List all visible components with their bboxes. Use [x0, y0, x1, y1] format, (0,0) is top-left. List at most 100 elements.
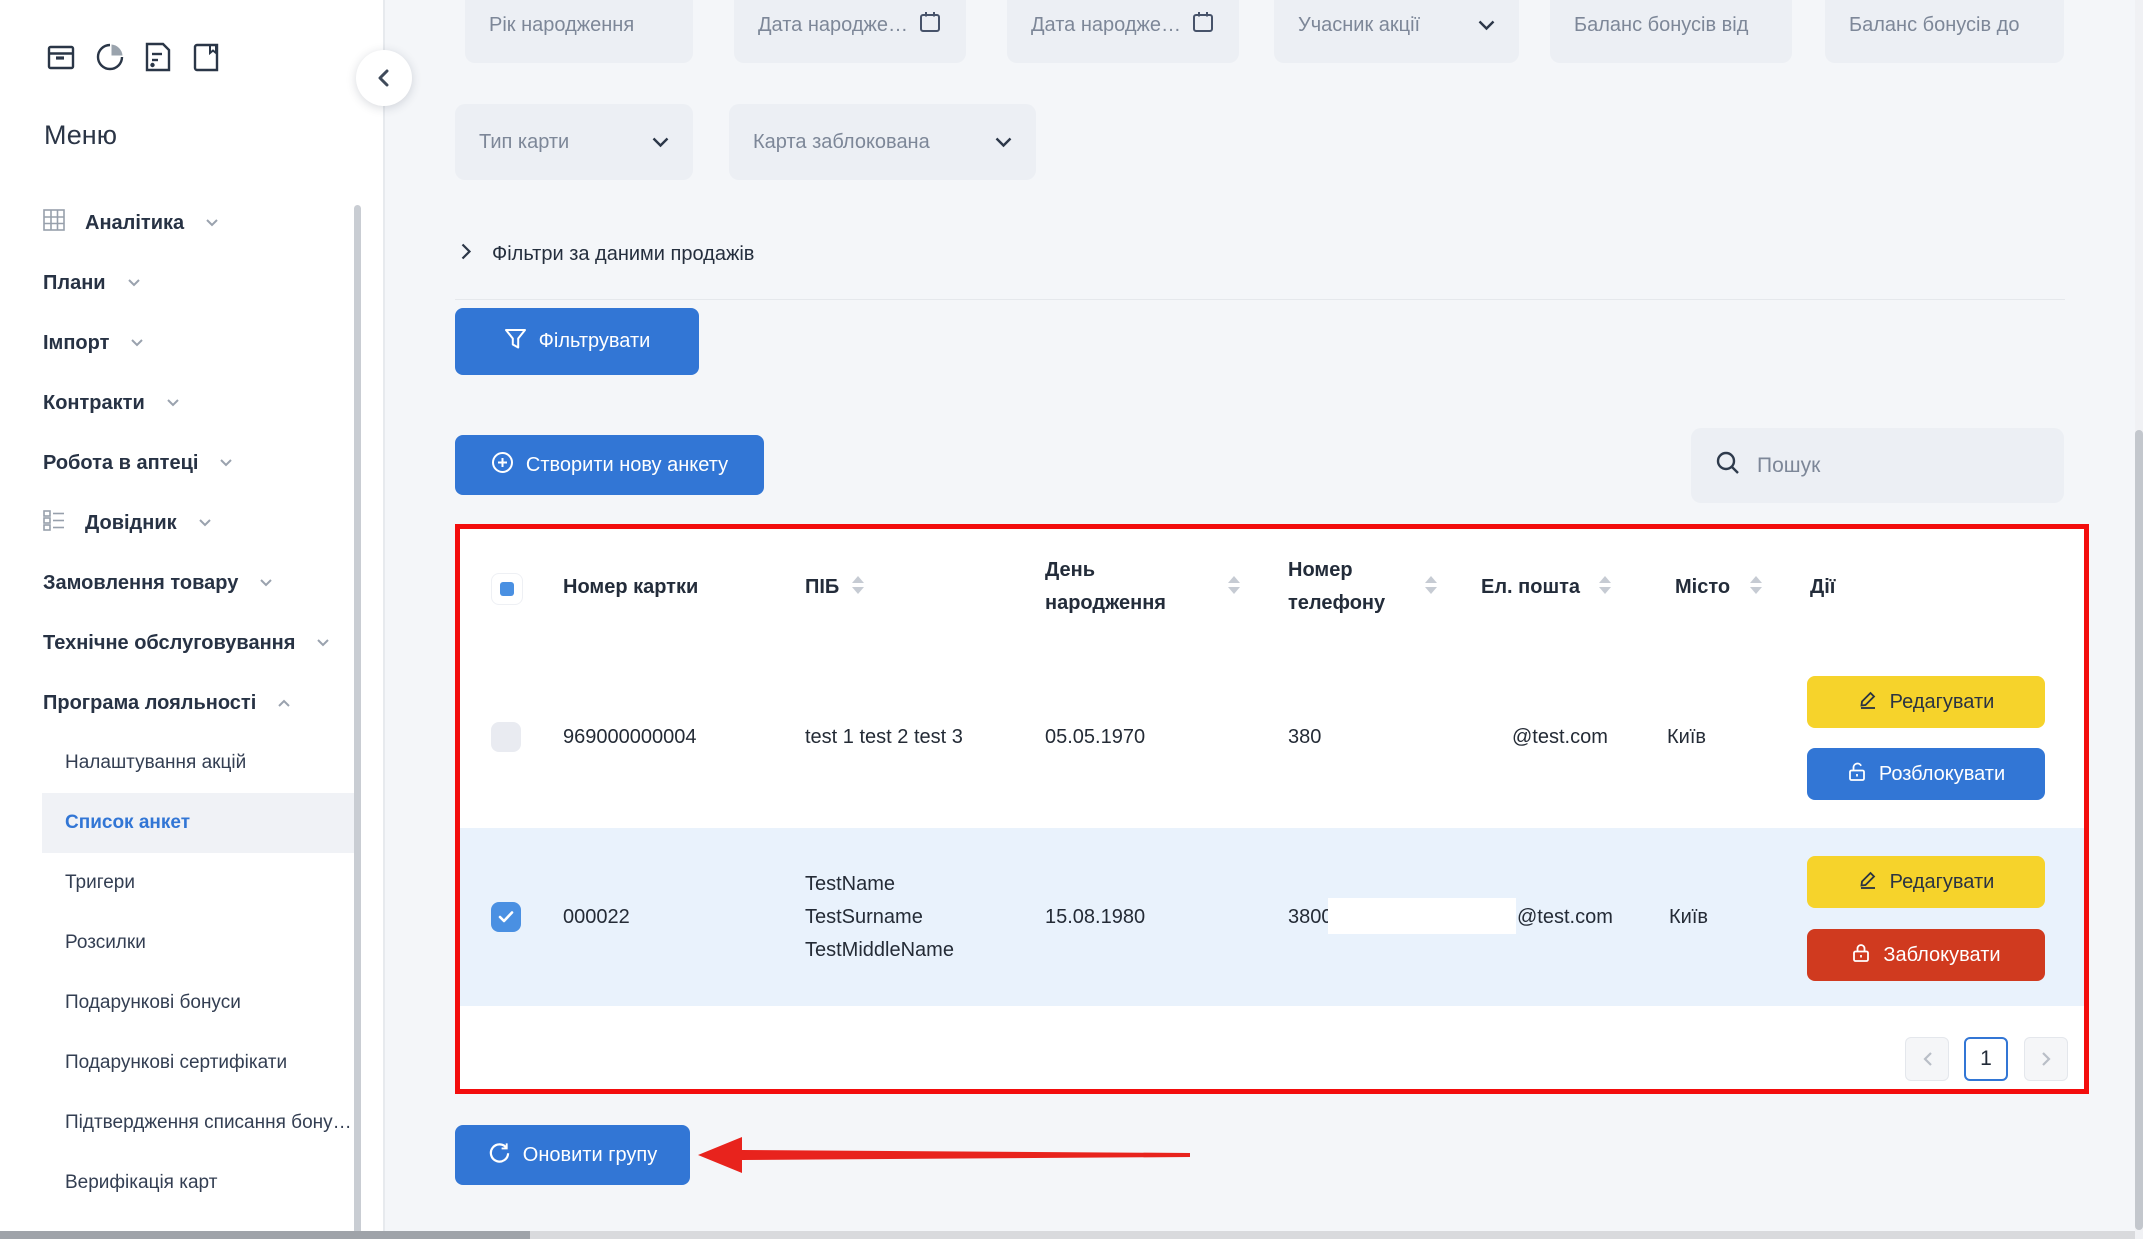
sidebar-item-directory[interactable]: Довідник: [43, 493, 211, 553]
table-header-row: Номер картки ПІБ День народження Номер т…: [460, 529, 2084, 646]
card-number-cell: 000022: [563, 828, 630, 1006]
select-all-checkbox[interactable]: [491, 573, 523, 605]
grid-icon: [43, 209, 65, 237]
card-blocked-select[interactable]: Карта заблокована: [729, 104, 1036, 180]
book-icon[interactable]: [190, 41, 222, 73]
sidebar-title: Меню: [44, 120, 117, 151]
chevron-down-icon: [995, 131, 1012, 154]
sidebar-scrollbar[interactable]: [354, 205, 361, 1239]
sort-icon[interactable]: [1228, 576, 1240, 594]
search-input[interactable]: [1755, 453, 2040, 479]
birthday-cell: 15.08.1980: [1045, 828, 1145, 1006]
pencil-icon: [1858, 689, 1878, 715]
pagination-page-1[interactable]: 1: [1964, 1037, 2008, 1081]
chevron-down-icon: [220, 459, 232, 467]
column-header-birthday[interactable]: День народження: [1045, 554, 1175, 620]
chevron-down-icon: [128, 279, 140, 287]
sidebar-subitem-card-verification[interactable]: Верифікація карт: [65, 1153, 217, 1213]
update-group-button[interactable]: Оновити групу: [455, 1125, 690, 1185]
card-number-cell: 969000000004: [563, 646, 696, 828]
chevron-down-icon: [199, 519, 211, 527]
sidebar-subitem-triggers[interactable]: Тригери: [65, 853, 135, 913]
sidebar-subitem-gift-bonuses[interactable]: Подарункові бонуси: [65, 973, 241, 1033]
chevron-down-icon: [652, 131, 669, 154]
sidebar-collapse-button[interactable]: [356, 50, 412, 106]
filter-button[interactable]: Фільтрувати: [455, 308, 699, 375]
loyalty-program-page: Меню Аналітика Плани Імпорт Контракти Ро…: [0, 0, 2143, 1239]
sort-icon[interactable]: [1599, 576, 1611, 594]
pie-chart-icon[interactable]: [94, 41, 126, 73]
column-header-actions[interactable]: Дії: [1810, 529, 1835, 646]
pagination-prev-button[interactable]: [1905, 1037, 1949, 1081]
sidebar-item-goods-order[interactable]: Замовлення товару: [43, 553, 272, 613]
redaction-overlay: [1328, 898, 1516, 934]
edit-button[interactable]: Редагувати: [1807, 676, 2045, 728]
pagination-next-button[interactable]: [2024, 1037, 2068, 1081]
vertical-scrollbar-thumb[interactable]: [2135, 430, 2143, 1230]
column-header-phone[interactable]: Номер телефону: [1288, 554, 1403, 620]
sidebar: Меню Аналітика Плани Імпорт Контракти Ро…: [0, 0, 385, 1239]
questionnaire-table: Номер картки ПІБ День народження Номер т…: [455, 524, 2089, 1094]
unblock-button[interactable]: Розблокувати: [1807, 748, 2045, 800]
refresh-icon: [488, 1141, 511, 1170]
lock-icon: [1851, 942, 1871, 969]
sidebar-subitem-promo-settings[interactable]: Налаштування акцій: [65, 733, 246, 793]
archive-icon[interactable]: [45, 41, 77, 73]
create-questionnaire-button[interactable]: Створити нову анкету: [455, 435, 764, 495]
sidebar-subitem-gift-certificates[interactable]: Подарункові сертифікати: [65, 1033, 287, 1093]
chevron-down-icon: [260, 579, 272, 587]
sidebar-subitem-questionnaire-list[interactable]: Список анкет: [65, 793, 190, 853]
chevron-right-icon: [461, 243, 472, 266]
sort-icon[interactable]: [1425, 576, 1437, 594]
sidebar-item-loyalty-program[interactable]: Програма лояльності: [43, 673, 290, 733]
column-header-card-number[interactable]: Номер картки: [563, 529, 698, 646]
annotation-arrow: [690, 1128, 1200, 1187]
funnel-icon: [504, 328, 527, 356]
birth-date-to-input[interactable]: Дата народже…: [1007, 0, 1239, 63]
name-cell: TestName TestSurname TestMiddleName: [805, 828, 954, 1006]
city-cell: Київ: [1669, 828, 1708, 1006]
horizontal-scrollbar[interactable]: [0, 1231, 2143, 1239]
bonus-balance-from-input[interactable]: Баланс бонусів від: [1550, 0, 1792, 63]
vertical-scrollbar[interactable]: [2135, 0, 2143, 1239]
block-button[interactable]: Заблокувати: [1807, 929, 2045, 981]
sort-icon[interactable]: [1750, 576, 1762, 594]
birth-date-from-input[interactable]: Дата народже…: [734, 0, 966, 63]
year-of-birth-input[interactable]: Рік народження: [465, 0, 693, 63]
sidebar-item-plans[interactable]: Плани: [43, 253, 140, 313]
sidebar-item-import[interactable]: Імпорт: [43, 313, 143, 373]
column-header-email[interactable]: Ел. пошта: [1481, 529, 1580, 646]
row-checkbox[interactable]: [491, 902, 521, 932]
sales-filters-toggle[interactable]: Фільтри за даними продажів: [461, 243, 754, 266]
sidebar-subitem-mailings[interactable]: Розсилки: [65, 913, 146, 973]
document-icon[interactable]: [143, 41, 173, 73]
email-cell: @test.com: [1517, 828, 1613, 1006]
email-cell: @test.com: [1512, 646, 1608, 828]
chevron-down-icon: [131, 339, 143, 347]
row-checkbox[interactable]: [491, 722, 521, 752]
bonus-balance-to-input[interactable]: Баланс бонусів до: [1825, 0, 2064, 63]
plus-circle-icon: [491, 451, 514, 480]
column-header-name[interactable]: ПІБ: [805, 529, 839, 646]
card-type-select[interactable]: Тип карти: [455, 104, 693, 180]
sort-icon[interactable]: [852, 576, 864, 594]
horizontal-scrollbar-thumb[interactable]: [0, 1231, 530, 1239]
sidebar-item-contracts[interactable]: Контракти: [43, 373, 179, 433]
promo-participant-select[interactable]: Учасник акції: [1274, 0, 1519, 63]
chevron-down-icon: [317, 639, 329, 647]
unlock-icon: [1847, 761, 1867, 788]
edit-button[interactable]: Редагувати: [1807, 856, 2045, 908]
search-box: [1691, 428, 2064, 503]
chevron-up-icon: [278, 699, 290, 707]
sidebar-subitem-bonus-writeoff-confirm[interactable]: Підтвердження списання бону…: [65, 1093, 352, 1153]
sidebar-item-pharmacy-work[interactable]: Робота в аптеці: [43, 433, 232, 493]
filters-divider: [455, 299, 2065, 300]
sidebar-item-maintenance[interactable]: Технічне обслуговування: [43, 613, 329, 673]
column-header-city[interactable]: Місто: [1675, 529, 1730, 646]
sidebar-top-icons: [45, 41, 222, 73]
sidebar-item-analytics[interactable]: Аналітика: [43, 193, 218, 253]
phone-cell: 380: [1288, 646, 1321, 828]
list-icon: [43, 509, 65, 537]
phone-cell: 3800: [1288, 828, 1333, 1006]
birthday-cell: 05.05.1970: [1045, 646, 1145, 828]
